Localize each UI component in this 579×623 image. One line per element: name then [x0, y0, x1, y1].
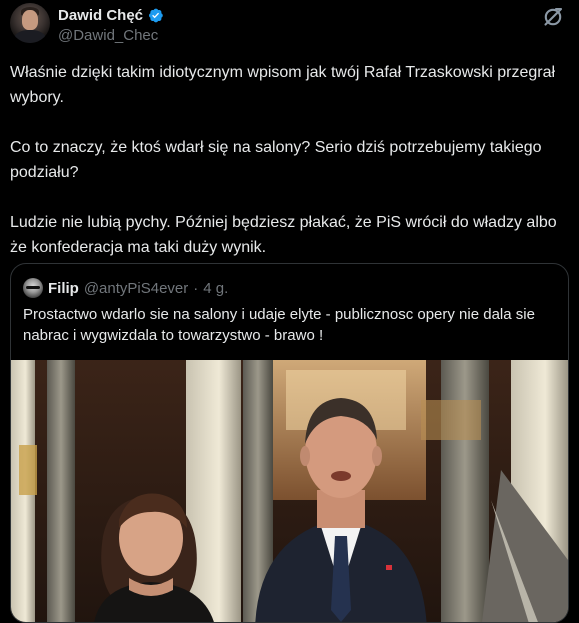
quoted-tweet-text: Prostactwo wdarlo sie na salony i udaje … [23, 306, 535, 344]
quoted-tweet[interactable]: Filip @antyPiS4ever · 4 g. Prostactwo wd… [10, 263, 569, 623]
tweet: Dawid Chęć @Dawid_Chec Właśnie dzięki ta… [0, 0, 579, 623]
quoted-tweet-header: Filip @antyPiS4ever · 4 g. [23, 278, 228, 298]
verified-badge-icon [149, 8, 163, 22]
quoted-tweet-photo[interactable] [11, 360, 568, 622]
quoted-author-name: Filip [48, 279, 79, 297]
author-handle[interactable]: @Dawid_Chec [58, 27, 158, 44]
quoted-tweet-time: 4 g. [203, 279, 229, 297]
tweet-header: Dawid Chęć @Dawid_Chec [10, 3, 569, 47]
separator-dot: · [193, 279, 199, 297]
grok-icon[interactable] [541, 5, 565, 29]
tweet-text: Właśnie dzięki takim idiotycznym wpisom … [10, 64, 557, 256]
author-name-row: Dawid Chęć [58, 5, 164, 25]
author-avatar[interactable] [10, 3, 50, 43]
author-name[interactable]: Dawid Chęć [58, 7, 143, 24]
quoted-author-handle: @antyPiS4ever [83, 279, 189, 297]
photo-illustration [11, 360, 568, 622]
quoted-author-avatar [23, 278, 43, 298]
